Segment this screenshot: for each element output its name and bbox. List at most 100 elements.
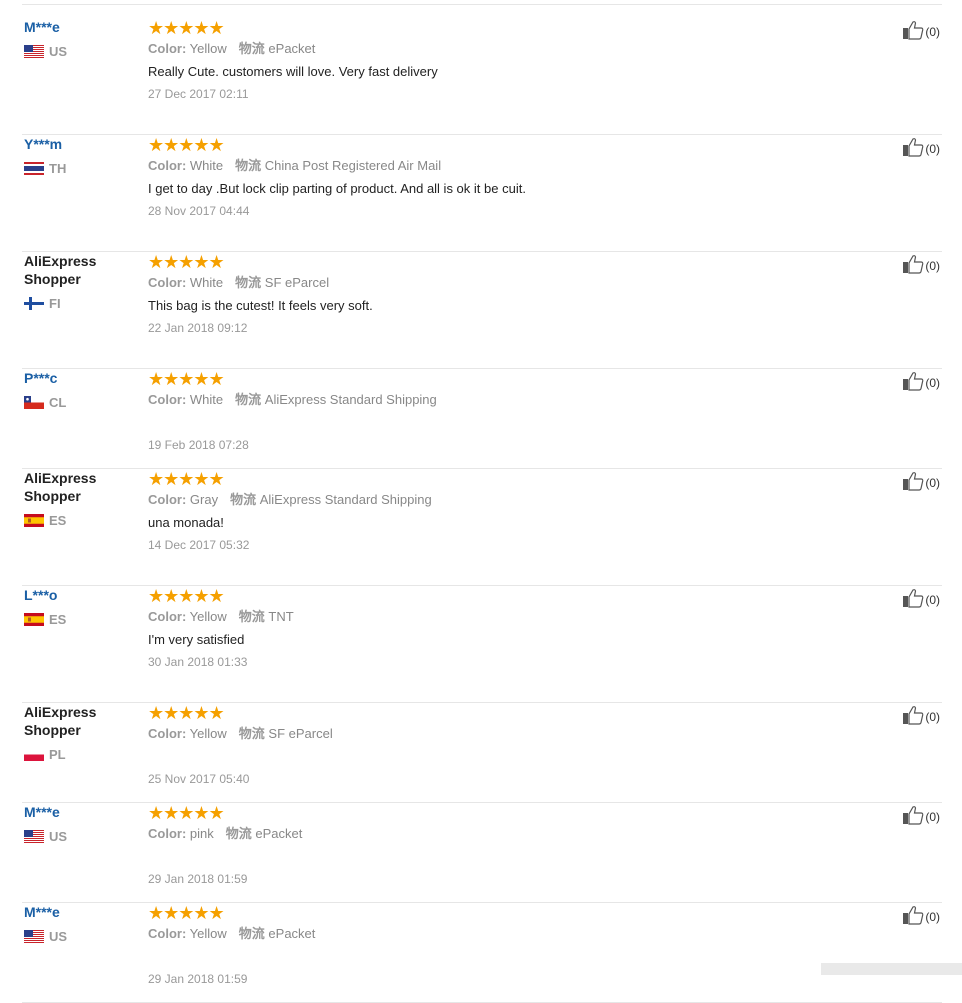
shipping-value: China Post Registered Air Mail [264,158,442,173]
color-label: Color: [148,275,187,290]
shipping-label: 物流 [238,926,265,941]
helpful-button[interactable]: (0) [902,905,940,928]
country-flag-icon [24,829,44,843]
reviewer: P***c CL [24,369,139,410]
reviewer-name: AliExpress Shopper [24,704,97,738]
country-flag-icon [24,747,44,761]
helpful-button[interactable]: (0) [902,137,940,160]
order-info: Color: Yellow 物流 SF eParcel [148,725,868,743]
reviewer-country: TH [24,161,139,176]
review-body: ★★★★★ Color: Yellow 物流 ePacket 29 Jan 2018 … [148,903,868,987]
reviewer-name[interactable]: M***e [24,903,139,921]
color-label: Color: [148,492,187,507]
color-value: White [189,158,224,173]
country-code: FI [49,295,61,311]
star-rating-icon: ★★★★★ [148,586,225,606]
color-label: Color: [148,826,187,841]
thumbs-up-icon[interactable] [902,805,925,828]
reviewer: L***o ES [24,586,139,627]
reviewer-name[interactable]: L***o [24,586,139,604]
color-value: White [189,275,224,290]
review-date: 29 Jan 2018 01:59 [148,972,248,986]
country-flag-icon [24,296,44,310]
helpful-button[interactable]: (0) [902,471,940,494]
review-item: Y***m TH ★★★★★ Color: White 物流 China Post Re… [0,135,962,252]
helpful-button[interactable]: (0) [902,20,940,43]
shipping-label: 物流 [238,726,265,741]
star-rating-icon: ★★★★★ [148,18,225,38]
reviewer-country: US [24,44,139,59]
review-item: L***o ES ★★★★★ Color: Yellow 物流 TNT I'm very … [0,586,962,703]
shipping-label: 物流 [235,392,262,407]
order-info: Color: White 物流 AliExpress Standard Shipp… [148,391,868,409]
star-rating-icon: ★★★★★ [148,703,225,723]
color-label: Color: [148,158,187,173]
color-label: Color: [148,41,187,56]
thumbs-up-icon[interactable] [902,705,925,728]
reviewer-name[interactable]: P***c [24,369,139,387]
color-label: Color: [148,392,187,407]
review-body: ★★★★★ Color: pink 物流 ePacket 29 Jan 2018 01… [148,803,868,887]
country-code: ES [49,611,67,627]
country-code: US [49,828,68,844]
helpful-button[interactable]: (0) [902,371,940,394]
helpful-button[interactable]: (0) [902,805,940,828]
color-label: Color: [148,926,187,941]
helpful-count: (0) [925,475,940,490]
shipping-label: 物流 [225,826,252,841]
reviewer-name[interactable]: M***e [24,803,139,821]
review-text: una monada! [148,515,224,530]
country-code: ES [49,512,67,528]
thumbs-up-icon[interactable] [902,254,925,277]
review-date: 22 Jan 2018 09:12 [148,321,248,335]
star-rating-icon: ★★★★★ [148,252,225,272]
order-info: Color: White 物流 China Post Registered Air… [148,157,868,175]
thumbs-up-icon[interactable] [902,905,925,928]
thumbs-up-icon[interactable] [902,137,925,160]
color-value: pink [189,826,214,841]
reviewer-country: ES [24,512,139,528]
review-date: 30 Jan 2018 01:33 [148,655,248,669]
reviewer-country: US [24,828,139,844]
thumbs-up-icon[interactable] [902,371,925,394]
review-item: M***e US ★★★★★ Color: pink 物流 ePacket 29 Jan … [0,803,962,903]
divider [22,4,942,5]
color-value: Yellow [189,609,227,624]
reviewer: Y***m TH [24,135,139,176]
helpful-button[interactable]: (0) [902,705,940,728]
reviewer-name[interactable]: M***e [24,18,139,36]
shipping-label: 物流 [238,41,265,56]
review-text [148,414,868,432]
shipping-value: SF eParcel [268,726,333,741]
star-rating-icon: ★★★★★ [148,903,225,923]
thumbs-up-icon[interactable] [902,471,925,494]
color-value: Yellow [189,726,227,741]
thumbs-up-icon[interactable] [902,588,925,611]
review-text [148,948,868,966]
helpful-count: (0) [925,709,940,724]
thumbs-up-icon[interactable] [902,20,925,43]
order-info: Color: pink 物流 ePacket [148,825,868,843]
country-flag-icon [24,161,44,175]
review-item: AliExpress Shopper ES ★★★★★ Color: Gray 物流 A… [0,469,962,586]
helpful-count: (0) [925,141,940,156]
review-date: 27 Dec 2017 02:11 [148,87,249,101]
helpful-count: (0) [925,375,940,390]
helpful-button[interactable]: (0) [902,254,940,277]
color-value: Yellow [189,926,227,941]
horizontal-scrollbar[interactable] [821,963,962,975]
reviewer-name[interactable]: Y***m [24,135,139,153]
country-code: US [49,928,68,944]
shipping-label: 物流 [238,609,265,624]
order-info: Color: White 物流 SF eParcel [148,274,868,292]
color-value: Yellow [189,41,227,56]
helpful-button[interactable]: (0) [902,588,940,611]
reviewer-country: US [24,928,139,944]
color-label: Color: [148,726,187,741]
review-date: 25 Nov 2017 05:40 [148,772,250,786]
star-rating-icon: ★★★★★ [148,369,225,389]
reviewer: AliExpress Shopper PL [24,703,139,762]
country-flag-icon [24,44,44,58]
color-value: Gray [189,492,219,507]
color-value: White [189,392,224,407]
